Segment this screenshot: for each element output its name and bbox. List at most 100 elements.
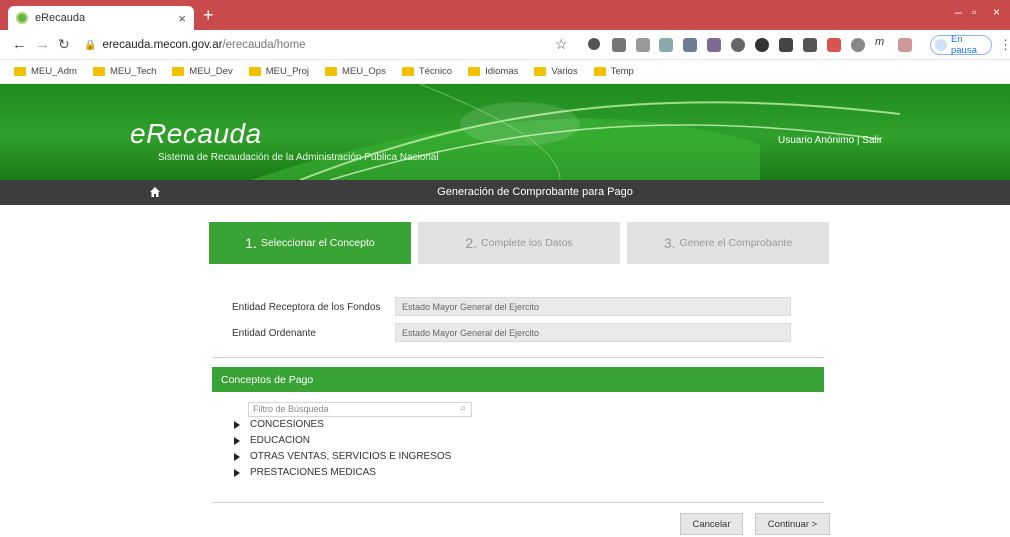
divider — [212, 502, 824, 503]
extension-icon[interactable] — [803, 38, 817, 52]
maximize-icon[interactable]: ▫ — [972, 5, 976, 19]
extension-icon[interactable] — [898, 38, 912, 52]
folder-icon — [172, 67, 185, 76]
bookmark-folder[interactable]: MEU_Dev — [172, 66, 233, 77]
bookmark-label: Temp — [610, 66, 634, 77]
folder-icon — [468, 67, 481, 76]
extension-icon[interactable] — [588, 38, 600, 50]
url-host: erecauda.mecon.gov.ar — [102, 39, 223, 51]
bookmark-star-icon[interactable]: ☆ — [555, 36, 568, 53]
expand-arrow-icon[interactable] — [234, 420, 240, 429]
bookmark-folder[interactable]: MEU_Ops — [325, 66, 386, 77]
extension-icon[interactable] — [731, 38, 745, 52]
site-header: eRecauda Sistema de Recaudación de la Ad… — [0, 84, 1010, 180]
bookmark-folder[interactable]: Temp — [593, 66, 634, 77]
folder-icon — [92, 67, 105, 76]
step-number: 1. — [245, 235, 257, 251]
cancel-button[interactable]: Cancelar — [680, 513, 743, 535]
tree-item-label: CONCESIONES — [250, 419, 324, 430]
bookmark-label: MEU_Dev — [189, 66, 233, 77]
browser-tabstrip: eRecauda × + – ▫ × — [0, 0, 1010, 30]
bookmark-folder[interactable]: MEU_Adm — [14, 66, 77, 77]
tree-item-educacion[interactable]: EDUCACION — [234, 435, 310, 446]
conceptos-header: Conceptos de Pago — [212, 367, 824, 392]
main-content: 1. Seleccionar el Concepto 2. Complete l… — [0, 205, 1010, 537]
bookmark-folder[interactable]: Varios — [534, 66, 578, 77]
bookmark-folder[interactable]: Idiomas — [468, 66, 518, 77]
browser-toolbar: ← → ↻ 🔒 erecauda.mecon.gov.ar /erecauda/… — [0, 30, 1010, 60]
avatar — [935, 39, 947, 51]
bookmark-label: MEU_Tech — [109, 66, 157, 77]
step-label: Complete los Datos — [481, 237, 573, 249]
folder-icon — [534, 67, 547, 76]
reload-icon[interactable]: ↻ — [58, 36, 70, 53]
page-title: Generación de Comprobante para Pago — [437, 186, 633, 198]
extension-icon[interactable] — [827, 38, 841, 52]
url-path: /erecauda/home — [222, 39, 306, 51]
profile-status: En pausa — [950, 34, 977, 56]
step-label: Genere el Comprobante — [679, 237, 793, 249]
ordenante-label: Entidad Ordenante — [232, 328, 316, 339]
bookmark-label: MEU_Ops — [342, 66, 386, 77]
bookmark-label: MEU_Proj — [265, 66, 309, 77]
expand-arrow-icon[interactable] — [234, 468, 240, 477]
extension-icon[interactable] — [851, 38, 865, 52]
browser-tab[interactable]: eRecauda × — [8, 6, 194, 30]
bookmarks-bar: MEU_Adm MEU_Tech MEU_Dev MEU_Proj MEU_Op… — [0, 60, 1010, 84]
forward-arrow-icon[interactable]: → — [35, 36, 50, 53]
folder-icon — [593, 67, 606, 76]
favicon-icon — [16, 12, 28, 24]
tree-item-label: OTRAS VENTAS, SERVICIOS E INGRESOS — [250, 451, 452, 462]
bookmark-folder[interactable]: Técnico — [401, 66, 453, 77]
folder-icon — [401, 67, 414, 76]
address-bar[interactable]: 🔒 erecauda.mecon.gov.ar /erecauda/home — [84, 34, 544, 56]
new-tab-button[interactable]: + — [203, 5, 214, 26]
bookmark-label: Idiomas — [485, 66, 519, 77]
expand-arrow-icon[interactable] — [234, 436, 240, 445]
extension-icon[interactable]: m — [875, 36, 889, 50]
filter-placeholder: Filtro de Búsqueda — [253, 404, 329, 414]
back-arrow-icon[interactable]: ← — [12, 36, 27, 53]
menu-icon[interactable]: ⋮ — [999, 37, 1010, 53]
logo-subtitle: Sistema de Recaudación de la Administrac… — [158, 152, 439, 163]
extension-icon[interactable] — [707, 38, 721, 52]
tree-item-label: PRESTACIONES MEDICAS — [250, 467, 376, 478]
step-3-generate-voucher: 3. Genere el Comprobante — [627, 222, 829, 264]
folder-icon — [14, 67, 26, 76]
tree-item-label: EDUCACION — [250, 435, 311, 446]
close-window-icon[interactable]: × — [993, 5, 1000, 19]
search-filter-input[interactable]: Filtro de Búsqueda ⌕ — [248, 402, 472, 417]
divider — [212, 357, 824, 358]
ordenante-field: Estado Mayor General del Ejercito — [395, 323, 791, 342]
bookmark-label: MEU_Adm — [31, 66, 77, 77]
continue-button[interactable]: Continuar > — [755, 513, 830, 535]
extension-icon[interactable] — [659, 38, 673, 52]
extension-icon[interactable] — [612, 38, 626, 52]
step-2-complete-data: 2. Complete los Datos — [418, 222, 620, 264]
tab-title: eRecauda — [35, 12, 86, 24]
tree-item-otras-ventas[interactable]: OTRAS VENTAS, SERVICIOS E INGRESOS — [234, 451, 451, 462]
bookmark-folder[interactable]: MEU_Proj — [248, 66, 309, 77]
expand-arrow-icon[interactable] — [234, 452, 240, 461]
search-icon: ⌕ — [460, 403, 466, 414]
user-links[interactable]: Usuario Anónimo | Salir — [778, 135, 882, 146]
erecauda-logo[interactable]: eRecauda — [130, 118, 262, 150]
extension-icon[interactable] — [779, 38, 793, 52]
step-number: 2. — [465, 235, 478, 251]
bookmark-folder[interactable]: MEU_Tech — [92, 66, 157, 77]
bookmark-label: Técnico — [418, 66, 453, 77]
extension-icon[interactable] — [755, 38, 769, 52]
minimize-icon[interactable]: – — [955, 5, 962, 19]
tree-item-concesiones[interactable]: CONCESIONES — [234, 419, 324, 430]
tab-close-icon[interactable]: × — [178, 11, 186, 26]
step-label: Seleccionar el Concepto — [260, 237, 375, 249]
receptora-label: Entidad Receptora de los Fondos — [232, 302, 381, 313]
extension-icon[interactable] — [683, 38, 697, 52]
tree-item-prestaciones-medicas[interactable]: PRESTACIONES MEDICAS — [234, 467, 376, 478]
page-title-bar: Generación de Comprobante para Pago — [0, 180, 1010, 205]
extension-icon[interactable] — [636, 38, 650, 52]
profile-pause-button[interactable]: En pausa — [930, 34, 992, 56]
step-1-select-concept[interactable]: 1. Seleccionar el Concepto — [209, 222, 411, 264]
receptora-field: Estado Mayor General del Ejercito — [395, 297, 791, 316]
step-number: 3. — [663, 235, 676, 251]
